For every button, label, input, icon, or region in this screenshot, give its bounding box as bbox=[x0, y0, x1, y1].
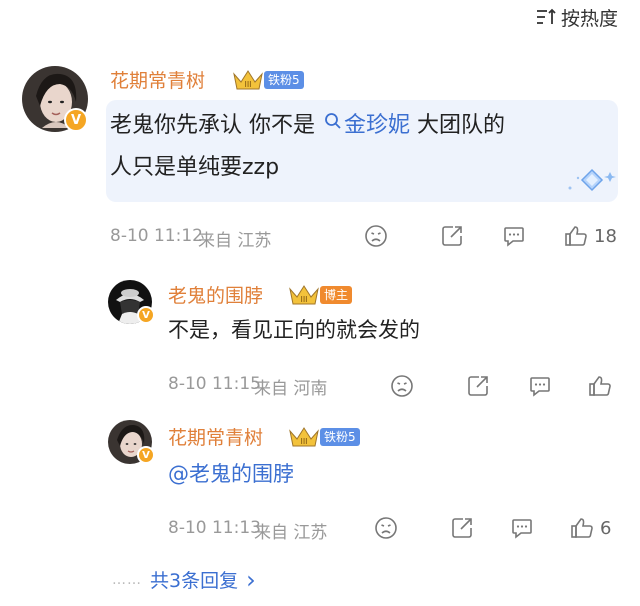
like-count: 6 bbox=[600, 517, 612, 539]
like-count: 18 bbox=[594, 225, 617, 247]
like-button[interactable]: 6 bbox=[570, 516, 611, 540]
dislike-button[interactable] bbox=[374, 516, 398, 540]
v-badge-icon: V bbox=[137, 446, 155, 464]
comment-icon bbox=[504, 227, 524, 247]
more-replies-label: 共3条回复 bbox=[150, 570, 239, 592]
reply-button[interactable] bbox=[502, 224, 526, 248]
search-icon bbox=[324, 102, 342, 146]
like-button[interactable] bbox=[588, 374, 612, 398]
share-button[interactable] bbox=[440, 224, 464, 248]
fan-level-badge: 铁粉5 bbox=[264, 71, 304, 89]
reply-username[interactable]: 花期常青树 bbox=[168, 423, 263, 450]
comment-username[interactable]: 花期常青树 bbox=[110, 66, 205, 93]
reply-mention[interactable]: @老鬼的围脖 bbox=[168, 452, 294, 496]
divider-dots: …… bbox=[112, 571, 142, 588]
like-icon bbox=[571, 518, 593, 538]
share-button[interactable] bbox=[450, 516, 474, 540]
fan-level-badge: 铁粉5 bbox=[320, 428, 360, 446]
reply-button[interactable] bbox=[510, 516, 534, 540]
dislike-icon bbox=[365, 225, 387, 247]
crown-icon: III bbox=[233, 70, 263, 90]
host-badge: 博主 bbox=[320, 286, 353, 304]
dislike-icon bbox=[375, 517, 397, 539]
comment-time: 8-10 11:12 bbox=[110, 226, 203, 246]
svg-text:III: III bbox=[244, 80, 251, 89]
svg-text:III: III bbox=[300, 295, 307, 304]
dislike-button[interactable] bbox=[364, 224, 388, 248]
crown-icon: III bbox=[289, 285, 319, 305]
svg-text:III: III bbox=[300, 437, 307, 446]
comment-icon bbox=[530, 377, 550, 397]
share-icon bbox=[452, 518, 472, 538]
topic-link[interactable]: 金珍妮 bbox=[344, 113, 410, 138]
comment-text-line-2: 人只是单纯要zzp bbox=[110, 155, 280, 180]
reply-location: 来自 河南 bbox=[254, 379, 328, 399]
reply-text: 不是，看见正向的就会发的 bbox=[168, 318, 420, 342]
like-button[interactable]: 18 bbox=[564, 224, 617, 248]
like-icon bbox=[589, 376, 611, 396]
comment-text-line-1: 老鬼你先承认 你不是 金珍妮 大团队的 bbox=[110, 102, 505, 150]
reply-location: 来自 江苏 bbox=[254, 523, 328, 543]
comment-icon bbox=[512, 519, 532, 539]
like-icon bbox=[565, 226, 587, 246]
share-button[interactable] bbox=[466, 374, 490, 398]
share-icon bbox=[468, 376, 488, 396]
dislike-icon bbox=[391, 375, 413, 397]
crown-icon: III bbox=[289, 427, 319, 447]
reply-button[interactable] bbox=[528, 374, 552, 398]
comment-location: 来自 江苏 bbox=[198, 231, 272, 251]
sort-by-hot-button[interactable]: 按热度 bbox=[535, 4, 618, 30]
chevron-right-icon: › bbox=[246, 565, 256, 594]
reply-time: 8-10 11:13 bbox=[168, 518, 261, 538]
v-badge-icon: V bbox=[137, 306, 155, 324]
reply-time: 8-10 11:15 bbox=[168, 374, 261, 394]
view-more-replies-link[interactable]: …… 共3条回复 › bbox=[112, 566, 256, 593]
dislike-button[interactable] bbox=[390, 374, 414, 398]
diamond-icon bbox=[568, 168, 616, 192]
reply-username[interactable]: 老鬼的围脖 bbox=[168, 281, 263, 308]
sort-label: 按热度 bbox=[560, 7, 618, 30]
v-badge-icon: V bbox=[64, 108, 88, 132]
share-icon bbox=[442, 226, 462, 246]
sort-icon bbox=[536, 8, 556, 24]
